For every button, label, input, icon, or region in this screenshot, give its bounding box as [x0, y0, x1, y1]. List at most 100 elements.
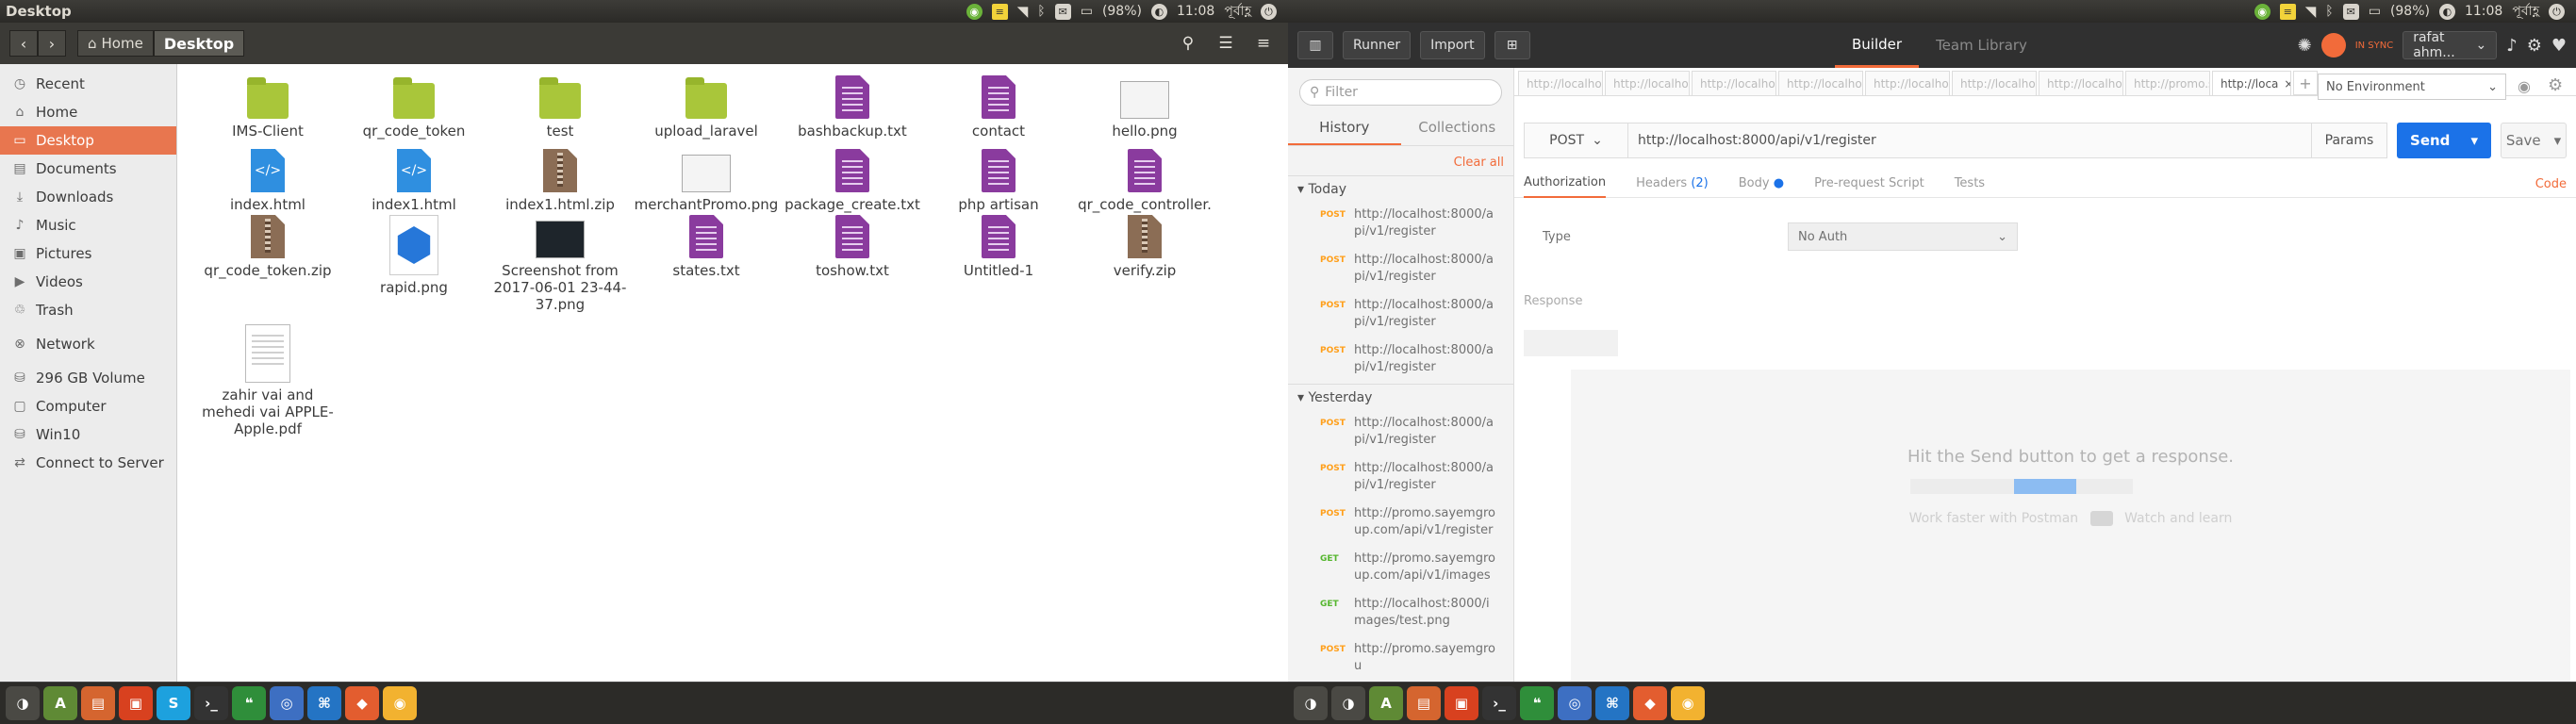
eye-icon[interactable]: ◉ [2518, 77, 2531, 95]
file-item[interactable]: toshow.txt [779, 209, 926, 279]
code-link[interactable]: Code [2535, 177, 2567, 191]
dash-icon[interactable]: ◑ [1294, 686, 1328, 720]
sidebar-item-trash[interactable]: ♲ Trash [0, 296, 176, 324]
file-item[interactable]: </> index.html [194, 143, 341, 213]
file-item[interactable]: hello.png [1071, 70, 1218, 140]
import-button[interactable]: Import [1420, 31, 1485, 59]
tab-tests[interactable]: Tests [1955, 170, 1985, 198]
tab-history[interactable]: History [1288, 111, 1401, 145]
terminal-icon[interactable]: ›_ [194, 686, 228, 720]
dash-icon[interactable]: ◑ [6, 686, 40, 720]
software-center-icon[interactable]: ▣ [119, 686, 153, 720]
history-item[interactable]: POST http://promo.sayemgrou [1288, 637, 1513, 683]
breadcrumb-desktop[interactable]: Desktop [153, 30, 245, 57]
sidebar-item-pictures[interactable]: ▣ Pictures [0, 239, 176, 268]
battery-icon[interactable]: ▭ [2369, 4, 2381, 19]
file-item[interactable]: index1.html.zip [487, 143, 634, 213]
tab-prerequest-script[interactable]: Pre-request Script [1814, 170, 1924, 198]
new-tab-button[interactable]: + [2293, 71, 2318, 95]
file-item[interactable]: zahir vai and mehedi vai APPLE- Apple.pd… [194, 317, 341, 437]
forward-button[interactable]: › [38, 30, 66, 57]
clock[interactable]: 11:08 [2465, 4, 2502, 19]
list-view-icon[interactable]: ☰ [1211, 30, 1241, 57]
history-item[interactable]: GET http://localhost:8000/images/test.png [1288, 592, 1513, 637]
user-menu[interactable]: rafat ahm... ⌄ [2403, 30, 2498, 60]
git-app-icon[interactable]: ◆ [1633, 686, 1667, 720]
notes-icon[interactable]: ≡ [2279, 3, 2296, 20]
tab-headers[interactable]: Headers (2) [1636, 170, 1709, 198]
battery-icon[interactable]: ▭ [1081, 4, 1093, 19]
watch-and-learn-link[interactable]: Watch and learn [2124, 511, 2232, 526]
request-tab[interactable]: http://localhost [1952, 71, 2037, 95]
sidebar-item-recent[interactable]: ◷ Recent [0, 70, 176, 98]
history-item[interactable]: POST http://localhost:8000/api/v1/registe… [1288, 248, 1513, 293]
file-item[interactable]: </> index1.html [340, 143, 487, 213]
environment-select[interactable]: No Environment ⌄ [2318, 74, 2506, 100]
files-icon[interactable]: ▤ [81, 686, 115, 720]
sidebar-item-home[interactable]: ⌂ Home [0, 98, 176, 126]
power-icon[interactable]: ⏻ [1261, 3, 1277, 20]
bluetooth-icon[interactable]: ᛒ [2325, 4, 2333, 19]
history-group-yesterday[interactable]: ▾ Yesterday [1288, 384, 1513, 411]
sidebar-item-connect-to-server[interactable]: ⇄ Connect to Server [0, 449, 176, 477]
volume-icon[interactable]: ◐ [1150, 3, 1167, 20]
dash-icon[interactable]: ◑ [1331, 686, 1365, 720]
back-button[interactable]: ‹ [9, 30, 38, 57]
sidebar-item-documents[interactable]: ▤ Documents [0, 155, 176, 183]
sidebar-toggle-icon[interactable]: ▥ [1297, 31, 1333, 59]
history-item[interactable]: POST http://localhost:8000/api/v1/registe… [1288, 411, 1513, 456]
terminal-icon[interactable]: ›_ [1482, 686, 1516, 720]
settings-icon[interactable]: ⚙ [2527, 36, 2542, 56]
file-item[interactable]: php artisan [925, 143, 1072, 213]
history-item[interactable]: POST http://localhost:8000/api/v1/registe… [1288, 293, 1513, 338]
bluetooth-icon[interactable]: ᛒ [1037, 4, 1045, 19]
file-item[interactable]: Screenshot from 2017-06-01 23-44- 37.png [487, 209, 634, 313]
interceptor-icon[interactable]: ✺ [2298, 36, 2312, 56]
mail-icon[interactable]: ✉ [1054, 3, 1071, 20]
chromium-icon[interactable]: ◎ [1558, 686, 1592, 720]
gear-icon[interactable]: ⚙ [2548, 75, 2563, 95]
sidebar-item-desktop[interactable]: ▭ Desktop [0, 126, 176, 155]
chevron-down-icon[interactable]: ▾ [2470, 132, 2478, 149]
file-item[interactable]: qr_code_token.zip [194, 209, 341, 279]
chevron-down-icon[interactable]: ▾ [2554, 132, 2562, 149]
file-item[interactable]: states.txt [633, 209, 780, 279]
file-item[interactable]: contact [925, 70, 1072, 140]
clock[interactable]: 11:08 [1177, 4, 1214, 19]
chrome-icon[interactable]: ◉ [1671, 686, 1705, 720]
history-item[interactable]: POST http://promo.sayemgroup.com/api/v1/r… [1288, 502, 1513, 547]
url-input[interactable]: http://localhost:8000/api/v1/register [1628, 123, 2311, 157]
request-tab[interactable]: http://localhost [1692, 71, 1776, 95]
sidebar-item-296-gb-volume[interactable]: ⛁ 296 GB Volume [0, 364, 176, 392]
file-item[interactable]: upload_laravel [633, 70, 780, 140]
file-item[interactable]: package_create.txt [779, 143, 926, 213]
request-tab[interactable]: http://localhost [1778, 71, 1863, 95]
volume-icon[interactable]: ◐ [2438, 3, 2455, 20]
filter-input[interactable]: ⚲ Filter [1299, 79, 1502, 106]
request-tab[interactable]: http://localhost [2039, 71, 2123, 95]
request-tab[interactable]: http://loca × [2212, 71, 2291, 95]
chrome-icon[interactable]: ◉ [383, 686, 417, 720]
tab-team-library[interactable]: Team Library [1919, 23, 2044, 68]
sidebar-item-music[interactable]: ♪ Music [0, 211, 176, 239]
android-icon[interactable]: ◉ [966, 3, 983, 20]
file-item[interactable]: merchantPromo.png [633, 143, 780, 213]
file-item[interactable]: Untitled-1 [925, 209, 1072, 279]
wifi-icon[interactable]: ◥ [2305, 3, 2317, 20]
file-item[interactable]: IMS-Client [194, 70, 341, 140]
skype-icon[interactable]: S [157, 686, 190, 720]
tab-builder[interactable]: Builder [1835, 23, 1920, 68]
wifi-icon[interactable]: ◥ [1017, 3, 1029, 20]
file-item[interactable]: verify.zip [1071, 209, 1218, 279]
history-item[interactable]: GET http://promo.sayemgroup.com/api/v1/im… [1288, 547, 1513, 592]
android-studio-icon[interactable]: A [43, 686, 77, 720]
sidebar-item-downloads[interactable]: ⤓ Downloads [0, 183, 176, 211]
quotes-app-icon[interactable]: ❝ [1520, 686, 1554, 720]
chromium-icon[interactable]: ◎ [270, 686, 304, 720]
vscode-icon[interactable]: ⌘ [307, 686, 341, 720]
search-icon[interactable]: ⚲ [1173, 30, 1203, 57]
breadcrumb-home[interactable]: ⌂ Home [77, 30, 154, 57]
sidebar-item-videos[interactable]: ▶ Videos [0, 268, 176, 296]
runner-button[interactable]: Runner [1343, 31, 1412, 59]
close-icon[interactable]: × [2284, 77, 2290, 90]
